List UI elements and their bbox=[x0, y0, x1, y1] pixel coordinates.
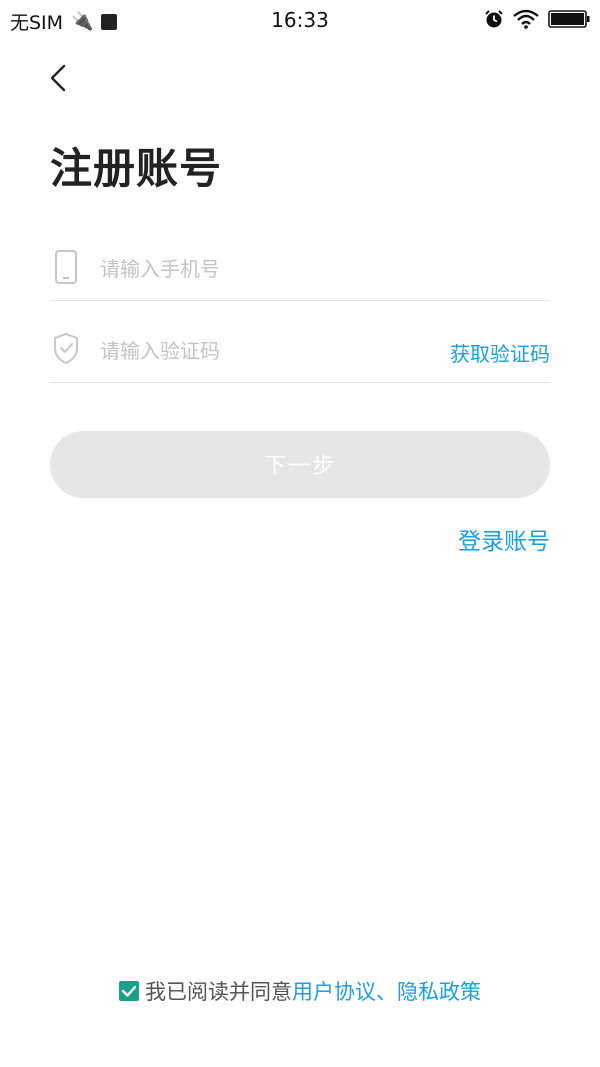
phone-icon bbox=[55, 250, 77, 284]
phone-row bbox=[50, 240, 550, 301]
get-code-button[interactable]: 获取验证码 bbox=[450, 338, 550, 367]
back-button[interactable] bbox=[40, 58, 80, 98]
next-button[interactable]: 下一步 bbox=[50, 431, 550, 498]
privacy-policy-link[interactable]: 隐私政策 bbox=[397, 976, 481, 1006]
register-screen: 无SIM 🔌 16:33 注册账号 请输入手机号 请输入验证码 获取验证码 下一… bbox=[0, 0, 600, 1067]
agreement-text: 我已阅读并同意 bbox=[145, 980, 292, 1004]
status-bar: 无SIM 🔌 16:33 bbox=[0, 0, 600, 40]
agreement-separator: 、 bbox=[376, 980, 397, 1004]
login-link[interactable]: 登录账号 bbox=[458, 522, 550, 556]
user-agreement-link[interactable]: 用户协议 bbox=[292, 976, 376, 1006]
battery-icon bbox=[548, 10, 590, 28]
shield-check-icon bbox=[54, 333, 78, 364]
code-row: 获取验证码 bbox=[50, 322, 550, 383]
status-right bbox=[484, 9, 590, 29]
wifi-icon bbox=[513, 9, 539, 29]
page-title: 注册账号 bbox=[50, 144, 223, 193]
agreement-checkbox[interactable] bbox=[119, 981, 139, 1001]
check-icon bbox=[121, 985, 137, 997]
phone-input[interactable] bbox=[98, 248, 432, 290]
agreement: 我已阅读并同意 用户协议 、 隐私政策 bbox=[0, 976, 600, 1006]
chevron-left-icon bbox=[50, 64, 66, 92]
alarm-icon bbox=[485, 10, 503, 28]
code-input[interactable] bbox=[98, 330, 432, 372]
